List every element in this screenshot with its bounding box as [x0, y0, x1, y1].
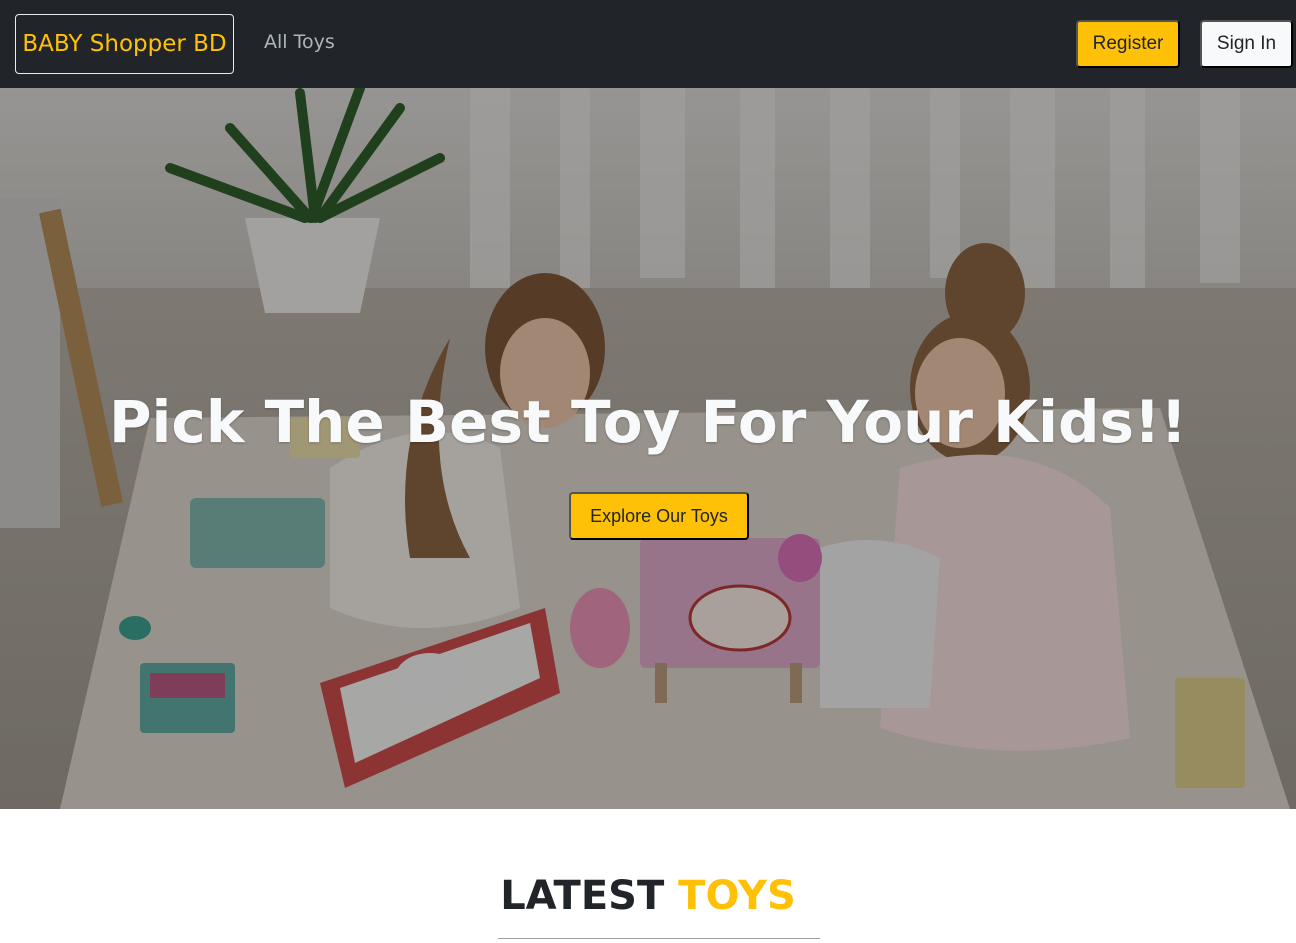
brand-logo-link[interactable]: BABY Shopper BD [15, 14, 234, 74]
register-button[interactable]: Register [1076, 20, 1180, 68]
hero-banner: Pick The Best Toy For Your Kids!! Explor… [0, 88, 1296, 809]
nav-link-all-toys[interactable]: All Toys [264, 31, 335, 53]
sign-in-button[interactable]: Sign In [1200, 20, 1293, 68]
heading-word-latest: LATEST [500, 873, 665, 919]
explore-toys-button[interactable]: Explore Our Toys [569, 492, 749, 540]
heading-word-toys: TOYS [678, 873, 796, 919]
heading-divider [498, 938, 820, 939]
hero-title: Pick The Best Toy For Your Kids!! [109, 388, 1187, 456]
latest-toys-heading: LATEST TOYS [0, 870, 1296, 922]
top-navbar: BABY Shopper BD All Toys Register Sign I… [0, 0, 1296, 88]
